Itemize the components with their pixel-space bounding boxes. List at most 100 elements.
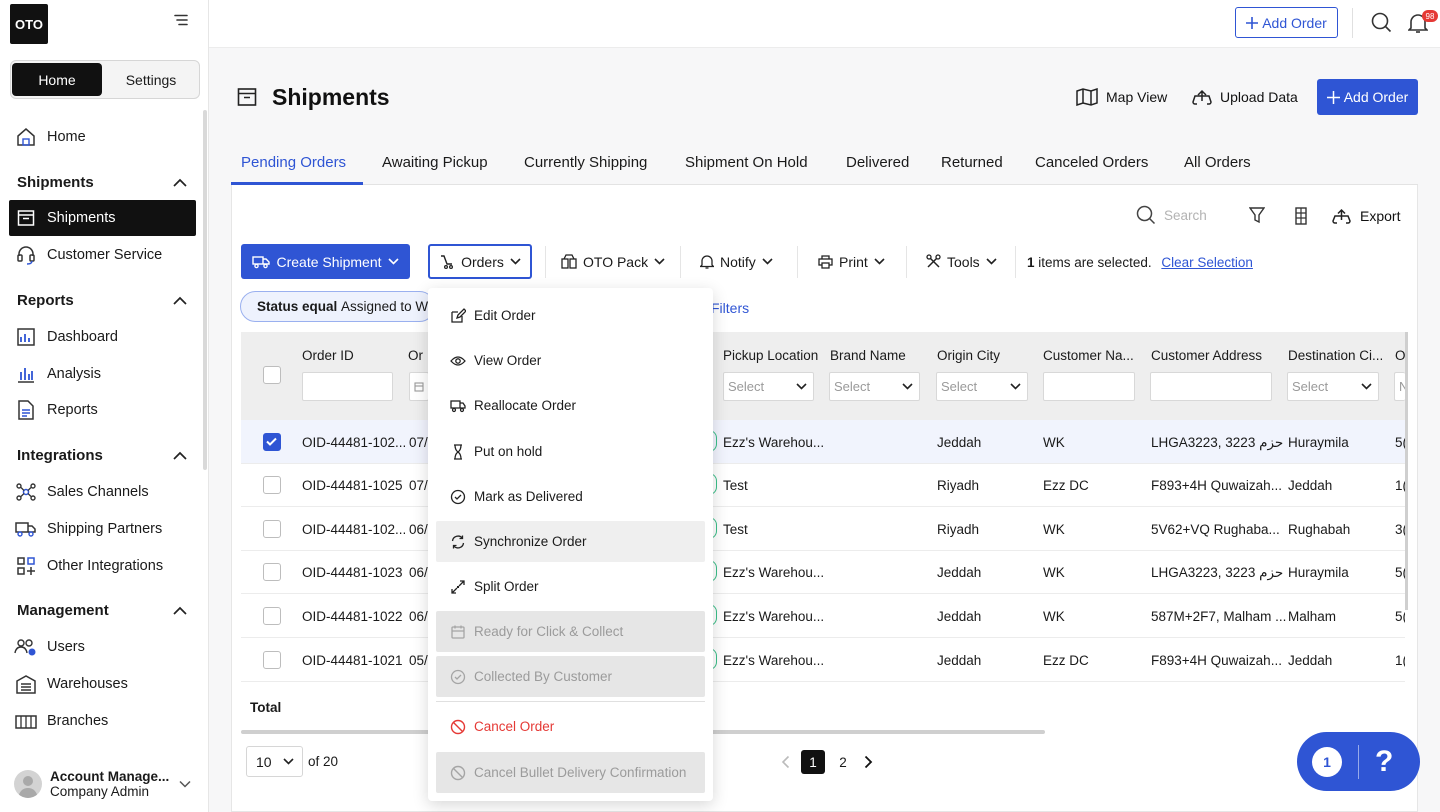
brand-name-select[interactable]: Select xyxy=(829,372,920,401)
customer-name-filter-input[interactable] xyxy=(1043,372,1135,401)
menu-item-put-on-hold[interactable]: Put on hold xyxy=(436,431,705,472)
column-header-order-date[interactable]: Or xyxy=(408,348,423,363)
column-header-customer-address[interactable]: Customer Address xyxy=(1151,348,1262,363)
orders-dropdown-button[interactable]: Orders xyxy=(428,244,532,279)
sidebar-item-users[interactable]: Users xyxy=(9,629,196,665)
column-header-order-id[interactable]: Order ID xyxy=(302,348,354,363)
next-column-filter-input[interactable]: N xyxy=(1394,372,1405,401)
sidebar-section-integrations[interactable]: Integrations xyxy=(17,447,187,464)
cell-order-id: OID-44481-1021 xyxy=(302,653,403,668)
select-all-checkbox[interactable] xyxy=(263,366,281,384)
menu-item-edit-order[interactable]: Edit Order xyxy=(436,295,705,336)
account-menu[interactable]: Account Manage... Company Admin xyxy=(14,766,204,802)
tab-delivered[interactable]: Delivered xyxy=(846,154,909,171)
sidebar-scrollbar[interactable] xyxy=(203,110,207,470)
row-checkbox[interactable] xyxy=(263,563,281,581)
search-input[interactable]: Search xyxy=(1164,208,1207,223)
collapse-sidebar-icon[interactable] xyxy=(174,14,188,26)
help-divider xyxy=(1358,744,1359,779)
create-shipment-button[interactable]: Create Shipment xyxy=(241,244,410,279)
sidebar-section-shipments[interactable]: Shipments xyxy=(17,174,187,191)
segment-settings-button[interactable]: Settings xyxy=(102,63,200,96)
sidebar-item-customer-service[interactable]: Customer Service xyxy=(9,237,196,273)
columns-icon[interactable] xyxy=(1295,207,1307,225)
column-header-origin-city[interactable]: Origin City xyxy=(937,348,1000,363)
row-checkbox[interactable] xyxy=(263,607,281,625)
next-page-icon[interactable] xyxy=(864,755,873,769)
row-checkbox[interactable] xyxy=(263,520,281,538)
column-header-next[interactable]: O xyxy=(1395,348,1405,363)
search-icon[interactable] xyxy=(1371,12,1392,33)
print-button[interactable]: Print xyxy=(818,244,885,279)
tab-returned[interactable]: Returned xyxy=(941,154,1003,171)
dashboard-icon xyxy=(14,325,38,349)
menu-item-split-order[interactable]: Split Order xyxy=(436,566,705,607)
sidebar-item-warehouses[interactable]: Warehouses xyxy=(9,666,196,702)
sidebar-item-dashboard[interactable]: Dashboard xyxy=(9,319,196,355)
export-button[interactable]: Export xyxy=(1332,201,1400,231)
sidebar-section-reports[interactable]: Reports xyxy=(17,292,187,309)
sidebar-item-shipping-partners[interactable]: Shipping Partners xyxy=(9,511,196,547)
help-widget[interactable]: 1 ? xyxy=(1297,732,1420,791)
menu-item-ready-for-click-collect[interactable]: Ready for Click & Collect xyxy=(436,611,705,652)
add-order-button[interactable]: Add Order xyxy=(1317,79,1418,115)
menu-item-cancel-order[interactable]: Cancel Order xyxy=(436,706,705,747)
bar-chart-icon xyxy=(14,362,38,386)
topbar-add-order-button[interactable]: Add Order xyxy=(1235,7,1338,38)
date-filter-input[interactable] xyxy=(409,372,429,401)
sidebar-item-analysis[interactable]: Analysis xyxy=(9,356,196,392)
sidebar-item-shipments[interactable]: Shipments xyxy=(9,200,196,236)
oto-logo[interactable]: OTO xyxy=(10,4,48,44)
cell-address: LHGA3223, 3223 حزم xyxy=(1151,565,1284,580)
segment-home-button[interactable]: Home xyxy=(12,63,102,96)
row-checkbox[interactable] xyxy=(263,476,281,494)
tools-button[interactable]: Tools xyxy=(926,244,997,279)
destination-city-select[interactable]: Select xyxy=(1287,372,1379,401)
tab-all-orders[interactable]: All Orders xyxy=(1184,154,1251,171)
document-icon xyxy=(14,398,38,422)
tab-shipment-on-hold[interactable]: Shipment On Hold xyxy=(685,154,808,171)
upload-data-button[interactable]: Upload Data xyxy=(1192,82,1298,112)
sidebar-item-home[interactable]: Home xyxy=(9,119,196,155)
oto-pack-button[interactable]: OTO Pack xyxy=(561,244,665,279)
tab-awaiting-pickup[interactable]: Awaiting Pickup xyxy=(382,154,488,171)
column-header-destination-city[interactable]: Destination Ci... xyxy=(1288,348,1383,363)
sidebar-item-sales-channels[interactable]: Sales Channels xyxy=(9,474,196,510)
page-button-2[interactable]: 2 xyxy=(831,750,855,774)
menu-item-mark-as-delivered[interactable]: Mark as Delivered xyxy=(436,476,705,517)
clear-selection-link[interactable]: Clear Selection xyxy=(1161,255,1253,270)
menu-item-collected-by-customer[interactable]: Collected By Customer xyxy=(436,656,705,697)
column-header-pickup-location[interactable]: Pickup Location xyxy=(723,348,818,363)
origin-city-select[interactable]: Select xyxy=(936,372,1028,401)
status-filter-chip[interactable]: Status equal Assigned to W xyxy=(240,291,435,322)
filters-link[interactable]: Filters xyxy=(711,300,749,316)
page-button-1[interactable]: 1 xyxy=(801,750,825,774)
pickup-location-select[interactable]: Select xyxy=(723,372,814,401)
column-header-customer-name[interactable]: Customer Na... xyxy=(1043,348,1134,363)
menu-item-cancel-bullet-delivery-confirmation[interactable]: Cancel Bullet Delivery Confirmation xyxy=(436,752,705,793)
notify-button[interactable]: Notify xyxy=(700,244,773,279)
sidebar-item-reports[interactable]: Reports xyxy=(9,392,196,428)
filter-icon[interactable] xyxy=(1249,207,1265,224)
menu-item-reallocate-order[interactable]: Reallocate Order xyxy=(436,385,705,426)
column-header-brand-name[interactable]: Brand Name xyxy=(830,348,906,363)
prev-page-icon[interactable] xyxy=(781,755,790,769)
table-vertical-scrollbar[interactable] xyxy=(1405,332,1408,610)
sidebar-section-management[interactable]: Management xyxy=(17,602,187,619)
search-box[interactable]: Search xyxy=(1136,205,1207,225)
menu-item-view-order[interactable]: View Order xyxy=(436,340,705,381)
help-question-icon[interactable]: ? xyxy=(1375,745,1393,779)
customer-address-filter-input[interactable] xyxy=(1150,372,1272,401)
map-view-button[interactable]: Map View xyxy=(1076,82,1167,112)
sidebar-item-other-integrations[interactable]: Other Integrations xyxy=(9,548,196,584)
row-checkbox[interactable] xyxy=(263,651,281,669)
truck-icon xyxy=(252,255,271,268)
page-size-select[interactable]: 10 xyxy=(246,746,303,777)
order-id-filter-input[interactable] xyxy=(302,372,393,401)
tab-currently-shipping[interactable]: Currently Shipping xyxy=(524,154,647,171)
tab-canceled-orders[interactable]: Canceled Orders xyxy=(1035,154,1148,171)
tab-pending-orders[interactable]: Pending Orders xyxy=(241,154,346,171)
menu-item-synchronize-order[interactable]: Synchronize Order xyxy=(436,521,705,562)
row-checkbox[interactable] xyxy=(263,433,281,451)
sidebar-item-branches[interactable]: Branches xyxy=(9,703,196,729)
